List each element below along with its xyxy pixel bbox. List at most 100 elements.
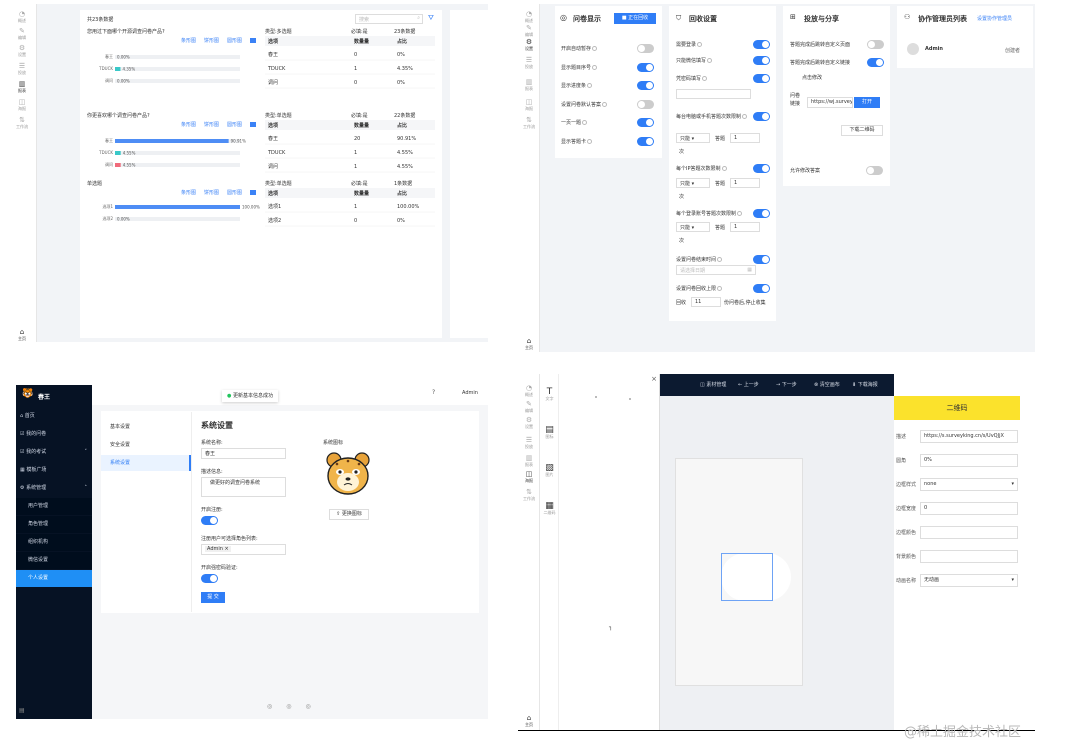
prop-input[interactable]: 无动画 ▾ <box>920 574 1018 587</box>
settings-tab[interactable]: 基本设置 <box>101 419 191 435</box>
description-textarea[interactable]: 做更好的调查问卷系统 <box>201 477 286 497</box>
subnav-item[interactable]: 微信设置 <box>16 552 92 569</box>
setting-toggle[interactable] <box>753 56 770 65</box>
prop-input[interactable]: 0% <box>920 454 1018 467</box>
sidebar-item-edit[interactable]: ✎ 编辑 <box>518 24 540 37</box>
setting-toggle[interactable] <box>753 74 770 83</box>
chart-type-link[interactable]: 饼形图 <box>204 37 219 44</box>
poster-canvas[interactable] <box>675 458 803 686</box>
sidebar-item-report[interactable]: ▥ 报表 <box>7 80 37 93</box>
chart-type-link[interactable]: 圆形图 <box>227 121 242 128</box>
click-edit-link[interactable]: 点击修改 <box>802 74 822 81</box>
toolbar-item[interactable]: ← 上一步 <box>738 381 759 388</box>
subnav-item[interactable]: 组织机构 <box>16 534 92 551</box>
sidebar-item-edit[interactable]: ✎ 编辑 <box>518 400 540 413</box>
chart-type-link[interactable]: 饼形图 <box>204 121 219 128</box>
chart-type-link[interactable]: 圆形图 <box>227 189 242 196</box>
nav-item[interactable]: ⚙ 系统管理 ˄ <box>16 480 92 497</box>
sidebar-item-poster[interactable]: ◫ 海报 <box>7 98 37 111</box>
toolbar-item[interactable]: ⊗ 清空画布 <box>814 381 840 388</box>
chart-type-link[interactable]: 条形图 <box>181 121 196 128</box>
end-date-input[interactable]: 请选择日期 ▦ <box>676 265 756 275</box>
ip-limit-select[interactable]: 只能 ▾ <box>676 178 710 188</box>
setting-toggle[interactable] <box>753 112 770 121</box>
chart-download-icon[interactable] <box>250 190 256 195</box>
download-qr-button[interactable]: 下载二维码 <box>841 125 883 136</box>
setting-toggle[interactable] <box>753 164 770 173</box>
nav-item[interactable]: ☑ 我的考试 ˅ <box>16 444 92 461</box>
sidebar-home[interactable]: ⌂ 主页 <box>518 714 540 727</box>
tool-2[interactable]: ▨ 图片 <box>540 464 559 478</box>
collecting-button[interactable]: ■ 正在回收 <box>614 13 656 24</box>
roles-select[interactable]: Admin × <box>201 544 286 555</box>
sidebar-item-settings[interactable]: ⚙ 设置 <box>518 416 540 429</box>
chart-type-link[interactable]: 条形图 <box>181 189 196 196</box>
sidebar-item-settings[interactable]: ⚙ 设置 <box>7 44 37 57</box>
prop-input[interactable] <box>920 550 1018 563</box>
sidebar-home[interactable]: ⌂ 主页 <box>7 328 37 341</box>
prop-input[interactable] <box>920 526 1018 539</box>
close-icon[interactable]: × <box>651 375 657 383</box>
ip-limit-input[interactable]: 1 <box>730 178 760 188</box>
device-limit-select[interactable]: 只能 ▾ <box>676 133 710 143</box>
tool-0[interactable]: T 文字 <box>540 388 559 402</box>
setting-toggle[interactable] <box>867 58 884 67</box>
sidebar-item-overview[interactable]: ◔ 概述 <box>7 10 37 23</box>
sidebar-item-poster[interactable]: ◫ 海报 <box>518 98 540 111</box>
sidebar-item-distribute[interactable]: ☰ 投放 <box>518 56 540 69</box>
nav-item[interactable]: ⌂ 首页 <box>16 408 92 425</box>
submit-button[interactable]: 提 交 <box>201 592 225 603</box>
sidebar-item-poster[interactable]: ◫ 海报 <box>518 470 540 483</box>
prop-input[interactable]: 0 <box>920 502 1018 515</box>
chart-download-icon[interactable] <box>250 38 256 43</box>
settings-tab[interactable]: 系统设置 <box>101 455 191 471</box>
change-icon-button[interactable]: ⇪ 更换图标 <box>329 509 369 520</box>
sidebar-item-overview[interactable]: ◔ 概述 <box>518 384 540 397</box>
cap-input[interactable]: 11 <box>691 297 721 307</box>
toolbar-item[interactable]: ⬇ 下载海报 <box>852 381 878 388</box>
setting-toggle[interactable] <box>753 209 770 218</box>
nav-item[interactable]: ☑ 我的问卷 <box>16 426 92 443</box>
account-limit-input[interactable]: 1 <box>730 222 760 232</box>
account-limit-select[interactable]: 只能 ▾ <box>676 222 710 232</box>
sidebar-item-workflow[interactable]: ⇅ 工作流 <box>518 116 540 129</box>
sidebar-home[interactable]: ⌂ 主页 <box>518 337 540 350</box>
chart-type-link[interactable]: 饼形图 <box>204 189 219 196</box>
setting-toggle[interactable] <box>867 40 884 49</box>
setting-toggle[interactable] <box>637 99 654 109</box>
password-input[interactable] <box>676 89 751 99</box>
sidebar-item-settings[interactable]: ⚙ 设置 <box>518 38 540 51</box>
register-toggle[interactable] <box>201 516 218 525</box>
sidebar-item-workflow[interactable]: ⇅ 工作流 <box>518 488 540 501</box>
settings-tab[interactable]: 安全设置 <box>101 437 191 453</box>
toolbar-item[interactable]: ◫ 素材管理 <box>700 381 726 388</box>
nav-item[interactable]: ▦ 模板广场 <box>16 462 92 479</box>
setting-toggle[interactable] <box>637 136 654 146</box>
open-link-button[interactable]: 打开 <box>854 97 880 108</box>
chart-type-link[interactable]: 条形图 <box>181 37 196 44</box>
help-icon[interactable]: ? <box>432 389 435 396</box>
sidebar-item-workflow[interactable]: ⇅ 工作流 <box>7 116 37 129</box>
setting-toggle[interactable] <box>753 255 770 264</box>
setting-toggle[interactable] <box>637 118 654 127</box>
toolbar-item[interactable]: → 下一步 <box>776 381 797 388</box>
user-menu[interactable]: Admin <box>462 390 478 396</box>
device-limit-input[interactable]: 1 <box>730 133 760 143</box>
link-input[interactable]: https://wj.surveyki <box>807 97 853 108</box>
prop-input[interactable]: none ▾ <box>920 478 1018 491</box>
chart-type-link[interactable]: 圆形图 <box>227 37 242 44</box>
subnav-item[interactable]: 用户管理 <box>16 498 92 515</box>
sidebar-item-distribute[interactable]: ☰ 投放 <box>7 62 37 75</box>
setting-toggle[interactable] <box>637 62 654 72</box>
subnav-item[interactable]: 个人设置 <box>16 570 92 587</box>
chart-download-icon[interactable] <box>250 122 256 127</box>
sidebar-item-overview[interactable]: ◔ 概述 <box>518 10 540 23</box>
role-tag[interactable]: Admin × <box>205 546 231 552</box>
set-collab-link[interactable]: 设置协作管理员 <box>977 15 1012 22</box>
sidebar-item-report[interactable]: ▥ 报表 <box>518 454 540 467</box>
setting-toggle[interactable] <box>637 44 654 53</box>
system-name-input[interactable]: 春王 <box>201 448 286 459</box>
setting-toggle[interactable] <box>753 40 770 49</box>
allow-edit-toggle[interactable] <box>866 166 883 175</box>
prop-input[interactable]: https://s.surveyking.cn/s/UvQJjX <box>920 430 1018 443</box>
